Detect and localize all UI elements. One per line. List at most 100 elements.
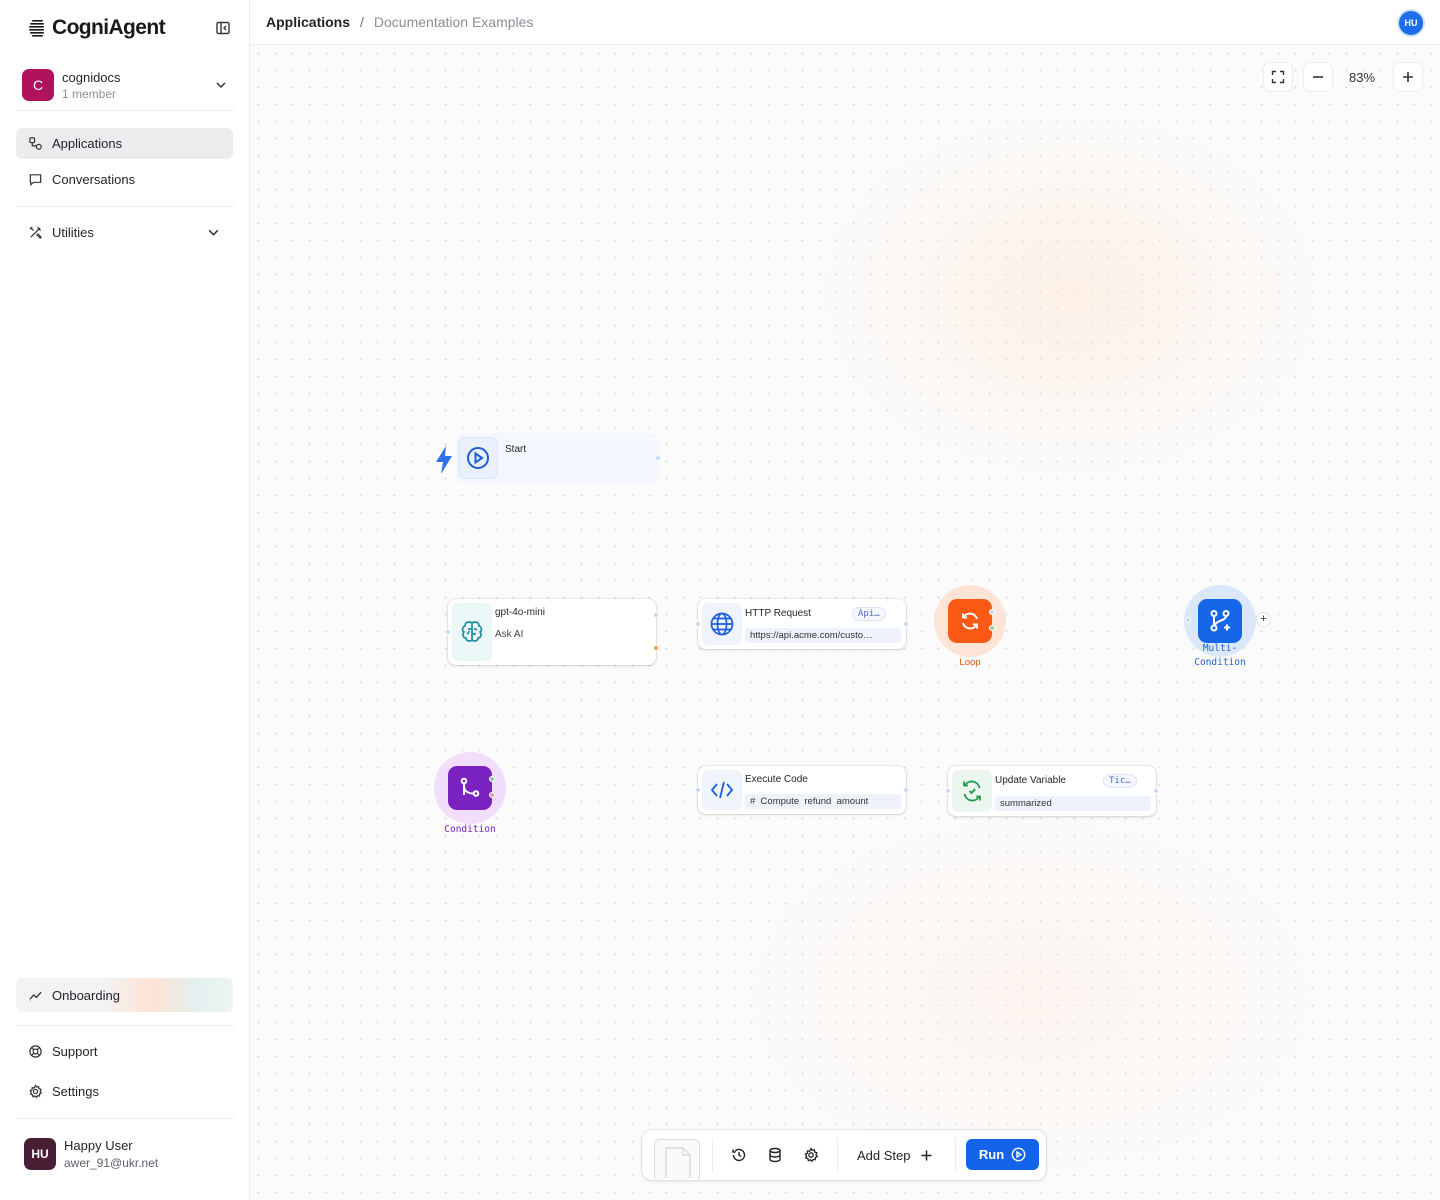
history-button[interactable]	[728, 1144, 750, 1166]
true-port[interactable]	[489, 776, 495, 782]
input-port[interactable]	[445, 629, 451, 635]
data-store-button[interactable]	[764, 1144, 786, 1166]
node-label: Multi- Condition	[1180, 642, 1260, 670]
avatar[interactable]: HU	[1399, 11, 1423, 35]
http-request-node[interactable]: HTTP Request Api… https://api.acme.com/c…	[695, 599, 909, 649]
output-port[interactable]	[655, 455, 661, 461]
branch-plus-icon	[1210, 610, 1230, 632]
fullscreen-button[interactable]	[1263, 62, 1293, 92]
sidebar-item-support[interactable]: Support	[16, 1036, 233, 1067]
top-bar: Applications / Documentation Examples HU	[250, 0, 1440, 45]
llm-node[interactable]: gpt-4o-mini Ask AI	[445, 599, 659, 665]
chevron-down-icon	[208, 229, 219, 236]
sidebar-item-settings[interactable]: Settings	[16, 1076, 233, 1107]
node-label: Loop	[959, 657, 981, 668]
false-port[interactable]	[489, 792, 495, 798]
breadcrumb: Applications / Documentation Examples	[266, 14, 533, 30]
output-port[interactable]	[1153, 788, 1159, 794]
sidebar-item-conversations[interactable]: Conversations	[16, 164, 233, 195]
http-node-icon-box	[702, 603, 742, 645]
update-variable-node[interactable]: Update Variable Tic… summarized	[945, 766, 1159, 816]
chat-bubble-icon	[29, 174, 42, 186]
plus-icon	[921, 1150, 931, 1160]
loop-body-port[interactable]	[989, 625, 995, 631]
node-title: Execute Code	[745, 774, 808, 785]
logo[interactable]: CogniAgent	[28, 16, 166, 40]
refresh-icon	[962, 612, 978, 630]
loop-node-icon-box	[948, 599, 992, 643]
sidebar-item-label: Applications	[52, 136, 123, 151]
execute-code-node[interactable]: Execute Code # Compute refund amount	[695, 766, 909, 814]
play-circle-icon	[467, 447, 489, 469]
node-label-line: Condition	[1194, 657, 1246, 668]
applications-icon	[29, 137, 42, 150]
update-node-icon-box	[952, 770, 992, 812]
sidebar-item-applications[interactable]: Applications	[16, 128, 233, 159]
breadcrumb-applications[interactable]: Applications	[266, 14, 350, 30]
zoom-in-button[interactable]	[1393, 62, 1423, 92]
lifebuoy-icon	[29, 1045, 42, 1058]
input-port[interactable]	[1185, 617, 1191, 623]
brain-icon	[461, 621, 483, 642]
divider	[16, 1025, 234, 1026]
node-title: Start	[505, 444, 527, 455]
user-name: Happy User	[64, 1138, 133, 1153]
add-branch-button[interactable]: +	[1256, 612, 1271, 627]
toolbar-divider	[955, 1138, 956, 1172]
output-port[interactable]	[653, 612, 659, 618]
url-field[interactable]: https://api.acme.com/custo…	[745, 628, 901, 643]
node-badge: Api…	[852, 607, 886, 621]
output-port[interactable]	[903, 621, 909, 627]
org-switcher[interactable]: C cognidocs 1 member	[16, 62, 234, 108]
error-port[interactable]	[653, 645, 659, 651]
play-circle-icon	[1011, 1147, 1026, 1162]
user-email: awer_91@ukr.net	[64, 1156, 159, 1170]
add-step-label: Add Step	[857, 1147, 911, 1163]
workflow-settings-button[interactable]	[800, 1144, 822, 1166]
expand-icon	[1271, 70, 1285, 84]
start-node-icon-box	[458, 437, 498, 479]
run-label: Run	[978, 1147, 1005, 1162]
document-icon	[665, 1147, 691, 1178]
loop-node[interactable]	[934, 585, 1006, 657]
condition-node-icon-box	[448, 766, 492, 810]
logo-text: CogniAgent	[52, 16, 166, 39]
sidebar-item-utilities[interactable]: Utilities	[16, 217, 233, 248]
start-node[interactable]: Start	[456, 433, 661, 483]
divider	[16, 206, 234, 207]
sync-icon	[963, 780, 981, 802]
tools-icon	[29, 226, 42, 239]
output-port[interactable]	[989, 609, 995, 615]
zoom-level: 83%	[1349, 70, 1376, 85]
sidebar-item-label: Utilities	[52, 225, 94, 240]
logo-mark-icon	[29, 20, 44, 37]
node-title: gpt-4o-mini	[495, 607, 546, 618]
lightning-icon	[436, 446, 452, 474]
condition-node[interactable]	[434, 752, 506, 824]
org-members: 1 member	[62, 86, 117, 101]
code-icon	[710, 781, 734, 799]
org-name: cognidocs	[62, 69, 121, 85]
sidebar-item-label: Settings	[52, 1084, 99, 1099]
zoom-out-button[interactable]	[1303, 62, 1333, 92]
code-preview-field[interactable]: # Compute refund amount	[745, 794, 901, 809]
minimap-thumbnail[interactable]	[654, 1139, 700, 1179]
input-port[interactable]	[945, 788, 951, 794]
workflow-canvas[interactable]: 83% Start gpt-4o-mini Ask AI HTTP Reques…	[250, 45, 1440, 1200]
database-icon	[769, 1147, 781, 1163]
node-title: HTTP Request	[745, 608, 811, 619]
output-port[interactable]	[903, 787, 909, 793]
variable-field[interactable]: summarized	[995, 796, 1151, 811]
input-port[interactable]	[695, 787, 701, 793]
onboarding-button[interactable]: Onboarding	[16, 978, 233, 1012]
user-profile[interactable]: HU Happy User awer_91@ukr.net	[16, 1128, 234, 1180]
node-badge: Tic…	[1103, 774, 1137, 788]
input-port[interactable]	[695, 621, 701, 627]
canvas-toolbar: Add Step Run	[642, 1130, 1046, 1180]
collapse-sidebar-icon[interactable]	[214, 19, 232, 37]
run-button[interactable]: Run	[966, 1139, 1039, 1170]
add-step-button[interactable]: Add Step	[857, 1143, 933, 1167]
node-label-line: Multi-	[1202, 643, 1238, 654]
toolbar-divider	[712, 1138, 713, 1172]
background-glow	[730, 805, 1330, 1185]
